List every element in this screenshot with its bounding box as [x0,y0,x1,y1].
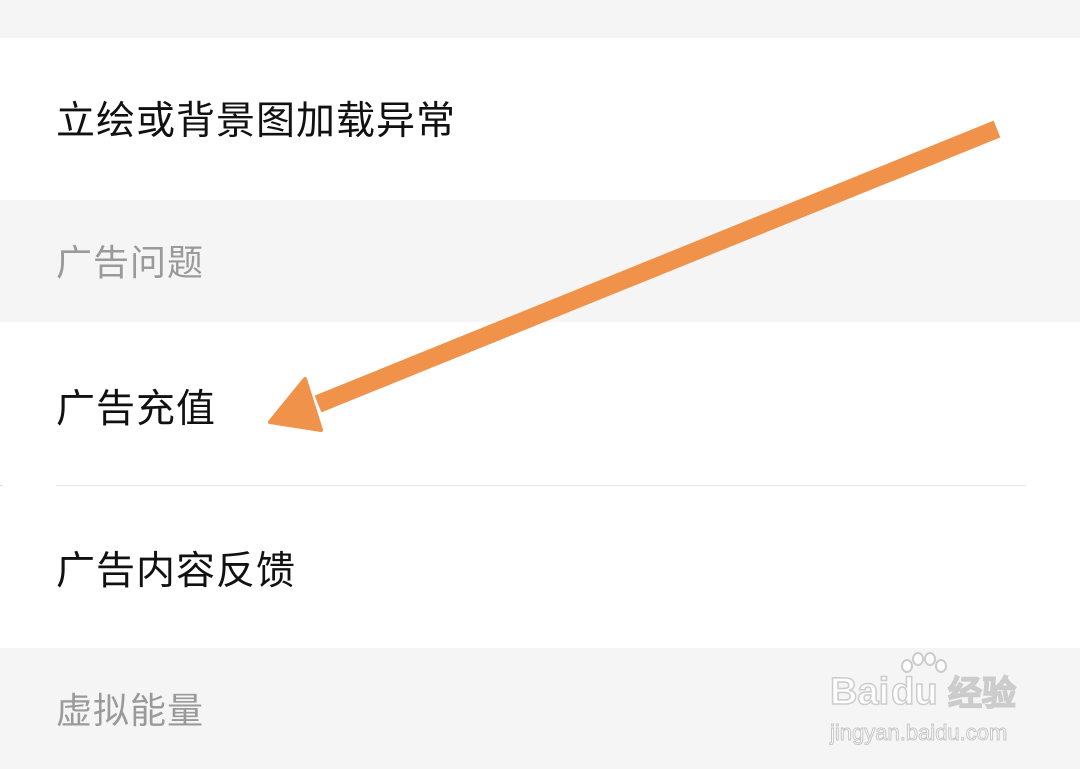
section-header-label: 广告问题 [56,243,205,284]
baidu-jingyan-watermark: Baidu 经验 jingyan.baidu.com [826,650,1026,750]
list-item-image-loading-issue[interactable]: 立绘或背景图加载异常 [0,38,1080,200]
list-item-ad-recharge[interactable]: 广告充值 [0,322,1080,485]
watermark-brand-suffix: du [890,670,938,714]
help-topic-list-screen: 立绘或背景图加载异常 广告问题 广告充值 广告内容反馈 虚拟能量 Baidu 经… [0,0,1080,769]
list-item-label: 广告充值 [56,387,217,432]
list-item-label: 立绘或背景图加载异常 [56,99,457,144]
watermark-url: jingyan.baidu.com [829,720,1008,746]
list-item-label: 广告内容反馈 [56,549,297,594]
section-spacer-top [0,0,1080,38]
watermark-brand: Baidu [829,670,938,714]
list-item-ad-content-feedback[interactable]: 广告内容反馈 [0,486,1080,648]
watermark-brand-cn: 经验 [947,673,1017,715]
section-header-label: 虚拟能量 [56,691,205,732]
section-header-ad-issues: 广告问题 [0,200,1080,322]
watermark-brand-prefix: Bai [829,670,890,714]
